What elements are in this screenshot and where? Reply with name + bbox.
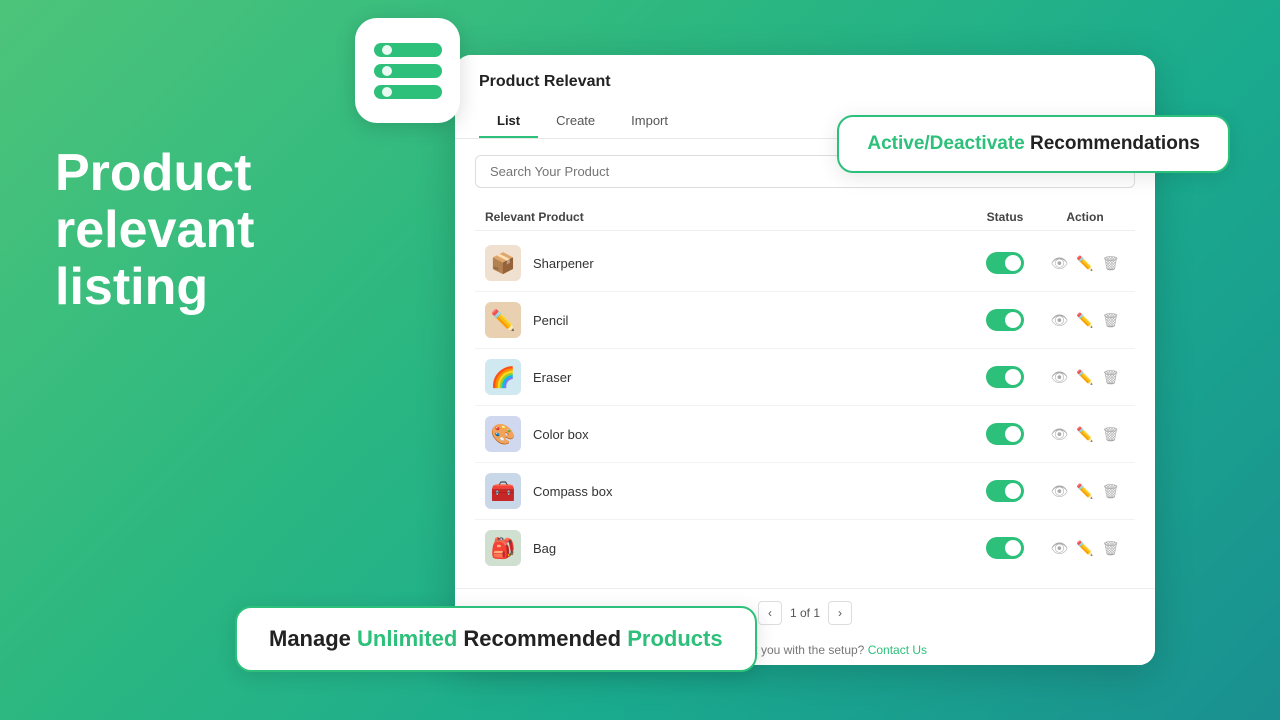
view-icon[interactable]: 👁 bbox=[1051, 312, 1069, 329]
delete-icon[interactable]: 🗑 bbox=[1102, 369, 1120, 386]
delete-icon[interactable]: 🗑 bbox=[1102, 312, 1120, 329]
toggle-wrap bbox=[965, 252, 1045, 274]
table-row: 🧰 Compass box 👁 ✏️ 🗑 bbox=[475, 463, 1135, 520]
view-icon[interactable]: 👁 bbox=[1051, 426, 1069, 443]
product-name: Bag bbox=[533, 541, 965, 556]
action-wrap: 👁 ✏️ 🗑 bbox=[1045, 426, 1125, 443]
action-wrap: 👁 ✏️ 🗑 bbox=[1045, 540, 1125, 557]
panel-body: Relevant Product Status Action 📦 Sharpen… bbox=[455, 139, 1155, 665]
product-name: Compass box bbox=[533, 484, 965, 499]
product-name: Eraser bbox=[533, 370, 965, 385]
delete-icon[interactable]: 🗑 bbox=[1102, 483, 1120, 500]
icon-bar-1 bbox=[374, 43, 442, 57]
product-img: 🌈 bbox=[485, 359, 521, 395]
view-icon[interactable]: 👁 bbox=[1051, 483, 1069, 500]
table-row: 🎨 Color box 👁 ✏️ 🗑 bbox=[475, 406, 1135, 463]
product-img: 🎒 bbox=[485, 530, 521, 566]
callout-bottom-recommended: Recommended bbox=[457, 626, 627, 651]
product-toggle[interactable] bbox=[986, 537, 1024, 559]
toggle-wrap bbox=[965, 480, 1045, 502]
hero-line2: relevant bbox=[55, 202, 254, 259]
app-icon bbox=[355, 18, 460, 123]
edit-icon[interactable]: ✏️ bbox=[1076, 483, 1093, 500]
toggle-wrap bbox=[965, 423, 1045, 445]
action-wrap: 👁 ✏️ 🗑 bbox=[1045, 255, 1125, 272]
product-list: 📦 Sharpener 👁 ✏️ 🗑 ✏️ Pencil 👁 ✏️ 🗑 🌈 bbox=[475, 235, 1135, 576]
contact-us-link[interactable]: Contact Us bbox=[868, 643, 927, 657]
product-img: ✏️ bbox=[485, 302, 521, 338]
table-row: 🌈 Eraser 👁 ✏️ 🗑 bbox=[475, 349, 1135, 406]
product-toggle[interactable] bbox=[986, 366, 1024, 388]
icon-bar-2 bbox=[374, 64, 442, 78]
product-img: 📦 bbox=[485, 245, 521, 281]
product-img: 🧰 bbox=[485, 473, 521, 509]
callout-bottom-manage: Manage bbox=[269, 626, 357, 651]
product-toggle[interactable] bbox=[986, 309, 1024, 331]
callout-top-bold: Recommendations bbox=[1025, 133, 1200, 154]
manage-products-callout: Manage Unlimited Recommended Products bbox=[235, 606, 757, 672]
action-wrap: 👁 ✏️ 🗑 bbox=[1045, 483, 1125, 500]
active-deactivate-callout: Active/Deactivate Recommendations bbox=[837, 115, 1230, 173]
product-toggle[interactable] bbox=[986, 252, 1024, 274]
callout-bottom-products: Products bbox=[627, 626, 722, 651]
edit-icon[interactable]: ✏️ bbox=[1076, 255, 1093, 272]
delete-icon[interactable]: 🗑 bbox=[1102, 540, 1120, 557]
edit-icon[interactable]: ✏️ bbox=[1076, 540, 1093, 557]
action-wrap: 👁 ✏️ 🗑 bbox=[1045, 369, 1125, 386]
product-toggle[interactable] bbox=[986, 423, 1024, 445]
product-name: Color box bbox=[533, 427, 965, 442]
delete-icon[interactable]: 🗑 bbox=[1102, 255, 1120, 272]
hero-line3: listing bbox=[55, 259, 254, 316]
toggle-wrap bbox=[965, 309, 1045, 331]
product-name: Sharpener bbox=[533, 256, 965, 271]
edit-icon[interactable]: ✏️ bbox=[1076, 369, 1093, 386]
edit-icon[interactable]: ✏️ bbox=[1076, 426, 1093, 443]
callout-bottom-unlimited: Unlimited bbox=[357, 626, 457, 651]
icon-bar-3 bbox=[374, 85, 442, 99]
table-row: ✏️ Pencil 👁 ✏️ 🗑 bbox=[475, 292, 1135, 349]
tab-import[interactable]: Import bbox=[613, 105, 686, 138]
view-icon[interactable]: 👁 bbox=[1051, 540, 1069, 557]
tab-list[interactable]: List bbox=[479, 105, 538, 138]
product-img: 🎨 bbox=[485, 416, 521, 452]
col-header-status: Status bbox=[965, 210, 1045, 224]
table-header: Relevant Product Status Action bbox=[475, 204, 1135, 231]
callout-top-green: Active/Deactivate bbox=[867, 133, 1024, 154]
product-toggle[interactable] bbox=[986, 480, 1024, 502]
col-header-action: Action bbox=[1045, 210, 1125, 224]
table-row: 🎒 Bag 👁 ✏️ 🗑 bbox=[475, 520, 1135, 576]
delete-icon[interactable]: 🗑 bbox=[1102, 426, 1120, 443]
toggle-wrap bbox=[965, 366, 1045, 388]
col-header-product: Relevant Product bbox=[485, 210, 965, 224]
hero-line1: Product bbox=[55, 145, 254, 202]
view-icon[interactable]: 👁 bbox=[1051, 369, 1069, 386]
pagination-next[interactable]: › bbox=[828, 601, 852, 625]
product-name: Pencil bbox=[533, 313, 965, 328]
table-row: 📦 Sharpener 👁 ✏️ 🗑 bbox=[475, 235, 1135, 292]
panel-title: Product Relevant bbox=[479, 73, 1131, 91]
pagination-info: 1 of 1 bbox=[790, 606, 820, 620]
tab-create[interactable]: Create bbox=[538, 105, 613, 138]
edit-icon[interactable]: ✏️ bbox=[1076, 312, 1093, 329]
hero-text: Product relevant listing bbox=[55, 145, 254, 317]
view-icon[interactable]: 👁 bbox=[1051, 255, 1069, 272]
pagination-prev[interactable]: ‹ bbox=[758, 601, 782, 625]
toggle-wrap bbox=[965, 537, 1045, 559]
action-wrap: 👁 ✏️ 🗑 bbox=[1045, 312, 1125, 329]
